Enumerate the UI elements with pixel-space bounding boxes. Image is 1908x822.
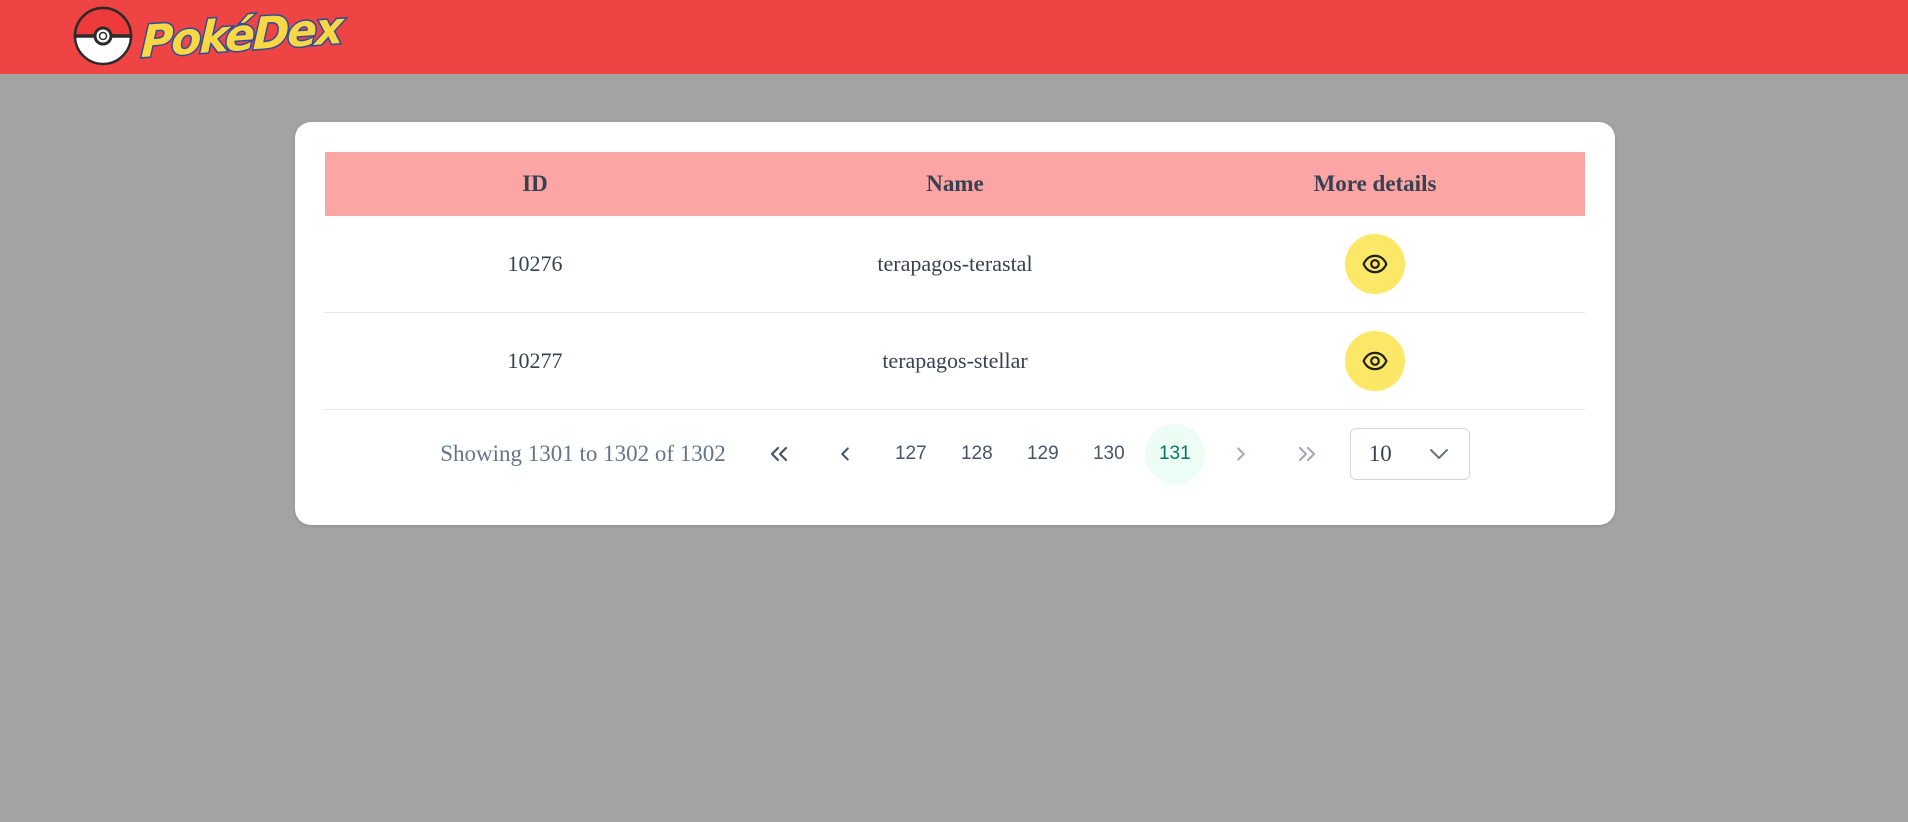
column-header-name: Name (745, 152, 1165, 216)
pokedex-logo[interactable]: PokéDex (73, 1, 344, 70)
eye-icon (1362, 254, 1388, 274)
pokemon-table-card: ID Name More details 10276 terapagos-ter… (295, 122, 1615, 525)
pagination: Showing 1301 to 1302 of 1302 127 128 129… (325, 422, 1585, 486)
page-button-127[interactable]: 127 (881, 424, 941, 484)
view-details-button[interactable] (1345, 331, 1405, 391)
logo-text: PokéDex (139, 1, 344, 69)
page-button-current[interactable]: 131 (1144, 424, 1205, 484)
column-header-details: More details (1165, 152, 1585, 216)
table-row: 10277 terapagos-stellar (325, 312, 1585, 410)
last-page-button[interactable] (1277, 424, 1337, 484)
table-row: 10276 terapagos-terastal (325, 216, 1585, 313)
previous-page-button[interactable] (815, 424, 875, 484)
cell-name: terapagos-stellar (745, 312, 1165, 410)
eye-icon (1362, 351, 1388, 371)
cell-name: terapagos-terastal (745, 216, 1165, 313)
next-page-button[interactable] (1211, 424, 1271, 484)
table-header-row: ID Name More details (325, 152, 1585, 216)
page-button-129[interactable]: 129 (1013, 424, 1073, 484)
cell-id: 10276 (325, 216, 745, 313)
page-button-128[interactable]: 128 (947, 424, 1007, 484)
page-size-value: 10 (1368, 441, 1392, 466)
cell-id: 10277 (325, 312, 745, 410)
pokemon-table: ID Name More details 10276 terapagos-ter… (325, 152, 1585, 410)
view-details-button[interactable] (1345, 234, 1405, 294)
page-button-130[interactable]: 130 (1079, 424, 1139, 484)
double-chevron-left-icon (770, 446, 787, 462)
pokeball-icon (73, 6, 133, 66)
double-chevron-right-icon (1298, 446, 1315, 462)
chevron-left-icon (841, 447, 849, 461)
chevron-right-icon (1237, 447, 1245, 461)
first-page-button[interactable] (749, 424, 809, 484)
app-header: PokéDex (0, 0, 1908, 74)
cell-details (1165, 312, 1585, 410)
page-size-select[interactable]: 10 (1349, 428, 1470, 480)
cell-details (1165, 216, 1585, 313)
pagination-summary: Showing 1301 to 1302 of 1302 (440, 441, 726, 466)
chevron-down-icon (1429, 449, 1448, 459)
column-header-id: ID (325, 152, 745, 216)
